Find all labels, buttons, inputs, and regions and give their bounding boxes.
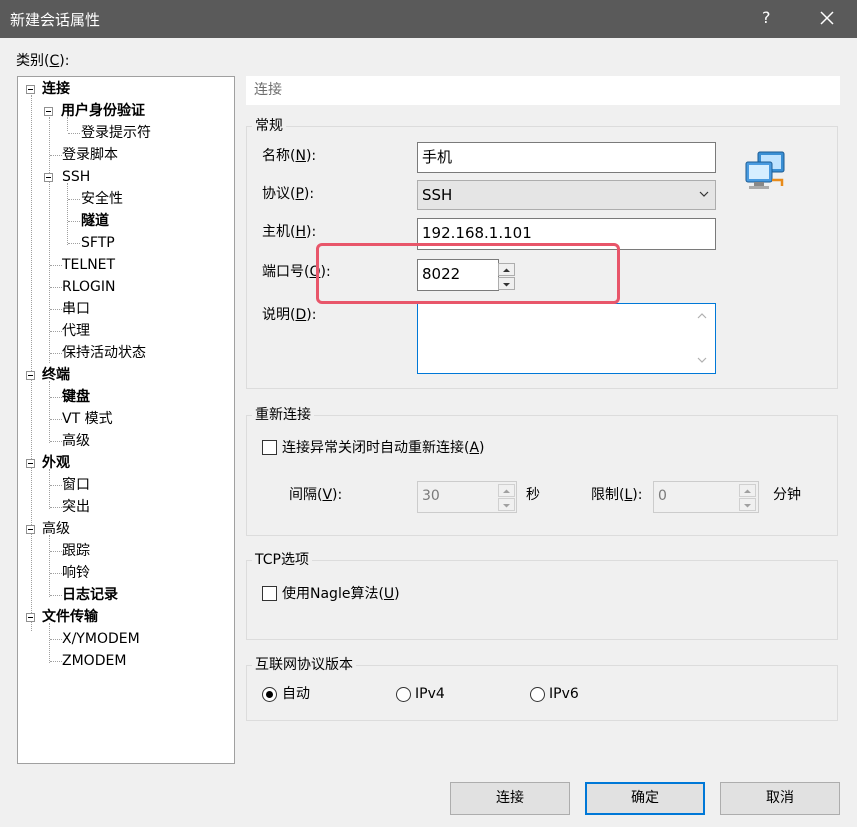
collapse-icon[interactable] xyxy=(44,173,53,182)
interval-spin-up[interactable] xyxy=(498,484,515,497)
interval-label: 间隔(V): xyxy=(289,487,343,503)
tree-item-ssh[interactable]: SSH xyxy=(62,167,90,187)
tree-item-keepalive[interactable]: 保持活动状态 xyxy=(62,343,146,363)
scroll-down-icon[interactable] xyxy=(696,355,708,365)
tree-item-logging[interactable]: 日志记录 xyxy=(62,585,118,605)
title-bar: 新建会话属性 ? xyxy=(0,0,857,38)
limit-label: 限制(L): xyxy=(591,487,643,503)
highlight-annotation xyxy=(316,243,620,304)
radio-ipv4-label[interactable]: IPv4 xyxy=(415,684,445,704)
limit-spin-up[interactable] xyxy=(739,484,756,497)
auto-reconnect-checkbox[interactable] xyxy=(262,440,277,455)
description-label: 说明(D): xyxy=(262,307,317,323)
tree-item-sftp[interactable]: SFTP xyxy=(81,233,115,253)
ip-version-group-title: 互联网协议版本 xyxy=(252,656,356,674)
radio-auto-label[interactable]: 自动 xyxy=(282,684,310,704)
collapse-icon[interactable] xyxy=(26,85,35,94)
arrow-up-icon xyxy=(503,489,510,493)
tree-item-xymodem[interactable]: X/YMODEM xyxy=(62,629,140,649)
tree-item-login-script[interactable]: 登录脚本 xyxy=(62,145,118,165)
tree-item-terminal-advanced[interactable]: 高级 xyxy=(62,431,90,451)
interval-unit: 秒 xyxy=(526,487,540,503)
tree-item-login-prompts[interactable]: 登录提示符 xyxy=(81,123,151,143)
tree-item-window[interactable]: 窗口 xyxy=(62,475,90,495)
category-tree[interactable]: 连接 用户身份验证 登录提示符 登录脚本 SSH 安全性 隧道 SFTP TEL… xyxy=(17,76,235,764)
protocol-label: 协议(P): xyxy=(262,186,315,202)
nagle-label[interactable]: 使用Nagle算法(U) xyxy=(282,584,400,604)
chevron-down-icon xyxy=(699,191,709,197)
reconnect-group-title: 重新连接 xyxy=(252,406,314,424)
radio-ipv6-label[interactable]: IPv6 xyxy=(549,684,579,704)
tree-item-user-auth[interactable]: 用户身份验证 xyxy=(61,101,145,121)
description-field[interactable] xyxy=(417,303,716,374)
tree-item-advanced[interactable]: 高级 xyxy=(42,519,70,539)
tree-item-telnet[interactable]: TELNET xyxy=(62,255,115,275)
tree-item-highlight[interactable]: 突出 xyxy=(62,497,90,517)
arrow-down-icon xyxy=(744,504,751,508)
interval-spin-down[interactable] xyxy=(498,498,515,511)
tree-item-file-transfer[interactable]: 文件传输 xyxy=(42,607,98,627)
arrow-down-icon xyxy=(503,504,510,508)
limit-spin-down[interactable] xyxy=(739,498,756,511)
tree-item-terminal[interactable]: 终端 xyxy=(42,365,70,385)
tree-item-proxy[interactable]: 代理 xyxy=(62,321,90,341)
name-field[interactable]: 手机 xyxy=(417,142,716,173)
collapse-icon[interactable] xyxy=(44,107,53,116)
collapse-icon[interactable] xyxy=(26,459,35,468)
network-computer-icon xyxy=(745,151,785,189)
limit-unit: 分钟 xyxy=(773,487,801,503)
arrow-up-icon xyxy=(744,489,751,493)
close-icon[interactable] xyxy=(815,6,839,30)
tcp-group-title: TCP选项 xyxy=(252,551,312,569)
tree-item-keyboard[interactable]: 键盘 xyxy=(62,387,90,407)
tree-item-connection[interactable]: 连接 xyxy=(42,79,70,99)
host-label: 主机(H): xyxy=(262,224,317,240)
protocol-select[interactable]: SSH xyxy=(417,180,716,210)
tree-item-zmodem[interactable]: ZMODEM xyxy=(62,651,126,671)
nagle-checkbox[interactable] xyxy=(262,586,277,601)
tree-item-trace[interactable]: 跟踪 xyxy=(62,541,90,561)
name-label: 名称(N): xyxy=(262,148,317,164)
general-group-title: 常规 xyxy=(252,117,286,135)
page-title: 连接 xyxy=(246,76,840,105)
window-title: 新建会话属性 xyxy=(10,11,101,29)
tree-item-rlogin[interactable]: RLOGIN xyxy=(62,277,116,297)
tree-item-security[interactable]: 安全性 xyxy=(81,189,123,209)
collapse-icon[interactable] xyxy=(26,371,35,380)
cancel-button[interactable]: 取消 xyxy=(720,782,840,815)
tree-item-bell[interactable]: 响铃 xyxy=(62,563,90,583)
radio-auto[interactable] xyxy=(262,687,277,702)
protocol-value: SSH xyxy=(422,186,453,204)
category-label: 类别(C): xyxy=(16,53,70,69)
radio-ipv6[interactable] xyxy=(530,687,545,702)
collapse-icon[interactable] xyxy=(26,525,35,534)
radio-ipv4[interactable] xyxy=(396,687,411,702)
tree-item-vt-mode[interactable]: VT 模式 xyxy=(62,409,113,429)
ok-button[interactable]: 确定 xyxy=(585,782,705,815)
reconnect-group xyxy=(246,415,838,536)
connect-button[interactable]: 连接 xyxy=(450,782,570,815)
auto-reconnect-label[interactable]: 连接异常关闭时自动重新连接(A) xyxy=(282,438,485,458)
help-button[interactable]: ? xyxy=(762,8,771,27)
collapse-icon[interactable] xyxy=(26,613,35,622)
scroll-up-icon[interactable] xyxy=(696,311,708,321)
tree-item-appearance[interactable]: 外观 xyxy=(42,453,70,473)
tree-item-tunnel[interactable]: 隧道 xyxy=(81,211,109,231)
tree-item-serial[interactable]: 串口 xyxy=(62,299,90,319)
